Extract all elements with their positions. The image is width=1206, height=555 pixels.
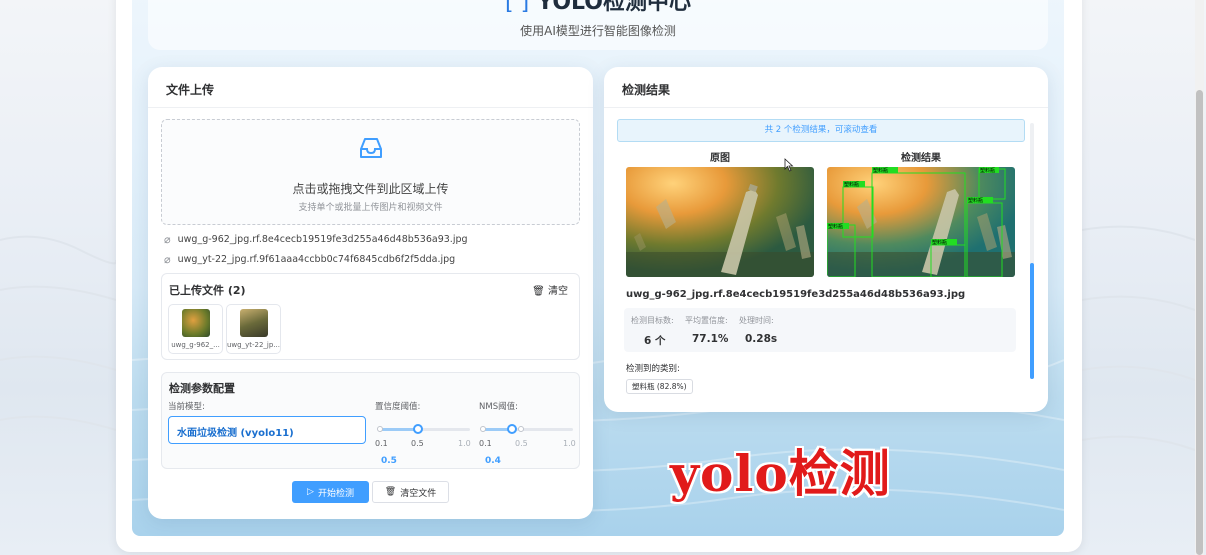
clear-files-label: 清空文件 [400, 488, 437, 499]
result-panel: 检测结果 共 2 个检测结果，可滚动查看 原图 检测结果 塑料瓶 塑料瓶 塑料瓶… [604, 67, 1048, 412]
upload-panel: 文件上传 点击或拖拽文件到此区域上传 支持单个或批量上传图片和视频文件 ⌀ uw… [148, 67, 593, 519]
upload-drop-zone[interactable]: 点击或拖拽文件到此区域上传 支持单个或批量上传图片和视频文件 [161, 119, 580, 225]
model-label: 当前模型: [168, 402, 205, 412]
uploaded-files-box: 已上传文件 (2) 🗑 清空 uwg_g-962_... uwg_yt-22_j… [161, 273, 580, 360]
upload-panel-title: 文件上传 [166, 83, 215, 97]
start-detection-button[interactable]: ▷ 开始检测 [292, 481, 369, 503]
conf-tick: 1.0 [458, 439, 471, 448]
upload-text: 点击或拖拽文件到此区域上传 [292, 182, 449, 196]
file-name: uwg_yt-22_jpg.rf.9f61aaa4ccbb0c74f6845cd… [177, 254, 456, 265]
params-title: 检测参数配置 [169, 382, 235, 395]
paperclip-icon: ⌀ [164, 233, 171, 246]
paperclip-icon: ⌀ [164, 253, 171, 266]
page-subtitle: 使用AI模型进行智能图像检测 [520, 24, 676, 38]
uploaded-thumb[interactable]: uwg_g-962_... [168, 304, 223, 354]
page-scrollbar-thumb[interactable] [1196, 90, 1203, 555]
file-name: uwg_g-962_jpg.rf.8e4cecb19519fe3d255a46d… [177, 234, 468, 245]
nms-value: 0.4 [485, 456, 501, 466]
thumb-name: uwg_yt-22_jp... [227, 341, 280, 349]
thumb-image [240, 309, 268, 337]
conf-slider-thumb[interactable] [413, 424, 423, 434]
conf-tick: 0.5 [411, 439, 424, 448]
start-label: 开始检测 [317, 488, 354, 499]
inbox-icon [360, 138, 382, 158]
avg-conf-label: 平均置信度: [685, 316, 728, 325]
box-label: 塑料瓶 [844, 181, 859, 188]
trash-icon: 🗑 [532, 286, 545, 297]
trash-icon: 🗑 [384, 487, 397, 497]
thumb-image [182, 309, 210, 337]
count-value: 6 个 [644, 335, 666, 347]
nms-tick: 0.1 [479, 439, 492, 448]
file-list-item[interactable]: ⌀ uwg_g-962_jpg.rf.8e4cecb19519fe3d255a4… [164, 233, 468, 246]
model-select[interactable]: 水面垃圾检测 (vyolo11) [168, 416, 366, 444]
result-label: 检测结果 [901, 153, 941, 164]
nms-slider-min-dot [480, 426, 486, 432]
upload-tip: 支持单个或批量上传图片和视频文件 [298, 203, 443, 213]
box-label: 塑料瓶 [980, 167, 995, 174]
nms-label: NMS阈值: [479, 402, 518, 412]
box-label: 塑料瓶 [932, 239, 947, 246]
original-label: 原图 [710, 153, 730, 164]
clear-label: 清空 [548, 286, 568, 297]
divider [148, 107, 593, 108]
nms-tick: 0.5 [515, 439, 528, 448]
conf-label: 置信度阈值: [375, 402, 421, 412]
nms-tick: 1.0 [563, 439, 576, 448]
result-scrollbar[interactable] [1030, 123, 1034, 379]
class-tag: 塑料瓶 (82.8%) [626, 379, 693, 394]
detection-params-box: 检测参数配置 当前模型: 水面垃圾检测 (vyolo11) 置信度阈值: 0.1… [161, 372, 580, 469]
page-title: [ ] YOLO检测中心 [148, 0, 1048, 16]
nms-slider-step-dot [518, 426, 524, 432]
time-label: 处理时间: [739, 316, 774, 325]
detection-result-image[interactable]: 塑料瓶 塑料瓶 塑料瓶 塑料瓶 塑料瓶 塑料瓶 [827, 167, 1015, 277]
result-file-name: uwg_g-962_jpg.rf.8e4cecb19519fe3d255a46d… [626, 289, 966, 300]
time-value: 0.28s [745, 333, 778, 345]
result-panel-title: 检测结果 [622, 83, 671, 97]
clear-uploaded-button[interactable]: 🗑 清空 [532, 282, 568, 297]
classes-label: 检测到的类别: [626, 364, 680, 374]
box-label: 塑料瓶 [873, 167, 888, 174]
page-title-text: YOLO检测中心 [537, 0, 691, 15]
original-image[interactable] [626, 167, 814, 277]
uploaded-thumb[interactable]: uwg_yt-22_jp... [226, 304, 281, 354]
overlay-caption: yolo检测 [670, 444, 891, 503]
conf-slider-min-dot [377, 426, 383, 432]
count-label: 检测目标数: [631, 316, 674, 325]
conf-tick: 0.1 [375, 439, 388, 448]
divider [604, 107, 1048, 108]
scan-icon: [ ] [505, 0, 530, 15]
stats-box: 检测目标数: 6 个 平均置信度: 77.1% 处理时间: 0.28s [624, 308, 1016, 352]
box-label: 塑料瓶 [968, 197, 983, 204]
clear-files-button[interactable]: 🗑 清空文件 [372, 481, 449, 503]
box-label: 塑料瓶 [828, 223, 843, 230]
result-summary: 共 2 个检测结果，可滚动查看 [617, 119, 1025, 142]
file-list-item[interactable]: ⌀ uwg_yt-22_jpg.rf.9f61aaa4ccbb0c74f6845… [164, 253, 455, 266]
result-scrollbar-thumb[interactable] [1030, 263, 1034, 379]
play-circle-icon: ▷ [307, 487, 314, 497]
uploaded-files-title: 已上传文件 (2) [169, 284, 246, 297]
mouse-cursor-icon [784, 158, 794, 172]
thumb-name: uwg_g-962_... [171, 341, 220, 349]
conf-value: 0.5 [381, 456, 397, 466]
nms-slider-thumb[interactable] [507, 424, 517, 434]
avg-conf-value: 77.1% [692, 333, 729, 345]
